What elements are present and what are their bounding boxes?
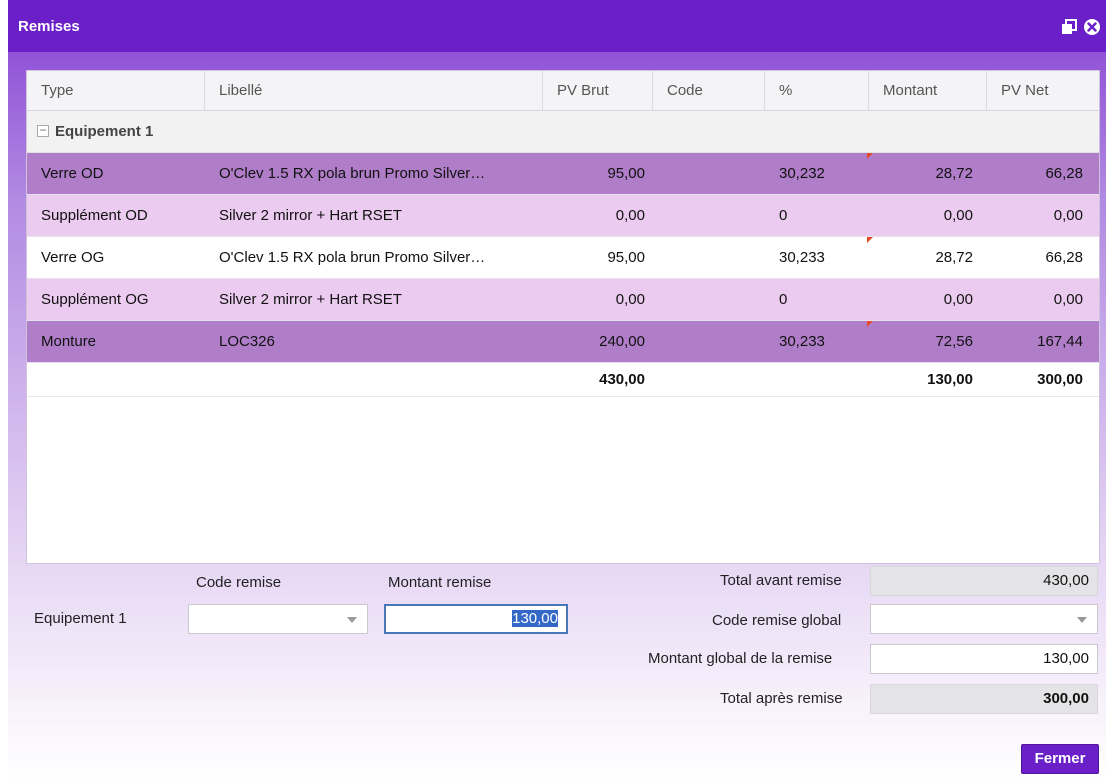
cell-libelle: Silver 2 mirror + Hart RSET [219, 291, 402, 308]
total-avant-field: 430,00 [870, 566, 1098, 596]
header-pv-net[interactable]: PV Net [987, 71, 1099, 111]
cell-pct[interactable]: 30,232 [779, 153, 879, 195]
cell-libelle: Silver 2 mirror + Hart RSET [219, 207, 402, 224]
cell-montant[interactable]: 0,00 [869, 279, 973, 321]
total-montant: 130,00 [927, 371, 973, 388]
montant-remise-input[interactable]: 130,00 [384, 604, 568, 634]
cell-pv-net: 167,44 [1037, 333, 1083, 350]
montant-remise-label: Montant remise [388, 574, 492, 591]
remises-dialog: Remises Type Libellé PV Brut Code % Mont… [8, 0, 1106, 782]
title-bar: Remises [8, 0, 1106, 52]
cell-libelle: LOC326 [219, 333, 275, 350]
header-libelle[interactable]: Libellé [205, 71, 543, 111]
cell-pv-net: 66,28 [1045, 249, 1083, 266]
code-remise-label: Code remise [196, 574, 282, 591]
montant-global-input[interactable]: 130,00 [870, 644, 1098, 674]
cell-pv-brut: 95,00 [607, 165, 645, 182]
cell-libelle: O'Clev 1.5 RX pola brun Promo Silver… [219, 165, 486, 182]
cell-pct[interactable]: 0 [779, 195, 879, 237]
total-pv-net: 300,00 [1037, 371, 1083, 388]
cell-pct[interactable]: 0 [779, 279, 879, 321]
cell-pv-brut: 0,00 [615, 207, 645, 224]
restore-icon[interactable] [1060, 18, 1078, 36]
cell-code[interactable] [667, 195, 763, 237]
dialog-title: Remises [18, 18, 80, 35]
cell-code[interactable] [667, 279, 763, 321]
table-row[interactable]: Supplément OD Silver 2 mirror + Hart RSE… [27, 195, 1099, 237]
montant-global-label: Montant global de la remise [648, 650, 833, 667]
header-type[interactable]: Type [27, 71, 205, 111]
cell-pv-brut: 0,00 [615, 291, 645, 308]
table-row[interactable]: Verre OD O'Clev 1.5 RX pola brun Promo S… [27, 153, 1099, 195]
cell-montant[interactable]: 28,72 [869, 237, 973, 279]
code-global-select[interactable] [870, 604, 1098, 634]
cell-montant[interactable]: 72,56 [869, 321, 973, 363]
close-icon[interactable] [1083, 18, 1101, 36]
montant-remise-value: 130,00 [512, 610, 558, 627]
chevron-down-icon [1077, 617, 1087, 623]
cell-pv-net: 0,00 [1053, 291, 1083, 308]
cell-pv-brut: 95,00 [607, 249, 645, 266]
equipement-label: Equipement 1 [34, 610, 127, 627]
cell-code[interactable] [667, 237, 763, 279]
cell-type: Verre OG [41, 249, 105, 266]
remises-grid: Type Libellé PV Brut Code % Montant PV N… [26, 70, 1100, 564]
totals-row: 430,00 130,00 300,00 [27, 363, 1099, 397]
cell-type: Supplément OG [41, 291, 149, 308]
group-row-equipement[interactable]: − Equipement 1 [27, 111, 1099, 153]
cell-code[interactable] [667, 321, 763, 363]
code-remise-select[interactable] [188, 604, 368, 634]
total-pv-brut: 430,00 [599, 371, 645, 388]
cell-type: Supplément OD [41, 207, 148, 224]
table-row[interactable]: Monture LOC326 240,00 30,233 72,56 167,4… [27, 321, 1099, 363]
code-global-label: Code remise global [712, 612, 842, 629]
grid-header: Type Libellé PV Brut Code % Montant PV N… [27, 71, 1099, 111]
cell-type: Monture [41, 333, 97, 350]
fermer-button[interactable]: Fermer [1021, 744, 1099, 774]
cell-type: Verre OD [41, 165, 104, 182]
cell-libelle: O'Clev 1.5 RX pola brun Promo Silver… [219, 249, 486, 266]
table-row[interactable]: Verre OG O'Clev 1.5 RX pola brun Promo S… [27, 237, 1099, 279]
cell-montant[interactable]: 0,00 [869, 195, 973, 237]
total-avant-label: Total avant remise [720, 572, 842, 589]
chevron-down-icon [347, 617, 357, 623]
collapse-icon[interactable]: − [37, 124, 49, 137]
total-apres-field: 300,00 [870, 684, 1098, 714]
group-label: Equipement 1 [55, 123, 154, 140]
table-row[interactable]: Supplément OG Silver 2 mirror + Hart RSE… [27, 279, 1099, 321]
cell-code[interactable] [667, 153, 763, 195]
cell-pv-net: 0,00 [1053, 207, 1083, 224]
cell-pct[interactable]: 30,233 [779, 321, 879, 363]
cell-montant[interactable]: 28,72 [869, 153, 973, 195]
header-code[interactable]: Code [653, 71, 765, 111]
header-pct[interactable]: % [765, 71, 869, 111]
total-apres-label: Total après remise [720, 690, 843, 707]
cell-pv-brut: 240,00 [599, 333, 645, 350]
header-pv-brut[interactable]: PV Brut [543, 71, 653, 111]
cell-pct[interactable]: 30,233 [779, 237, 879, 279]
header-montant[interactable]: Montant [869, 71, 987, 111]
cell-pv-net: 66,28 [1045, 165, 1083, 182]
